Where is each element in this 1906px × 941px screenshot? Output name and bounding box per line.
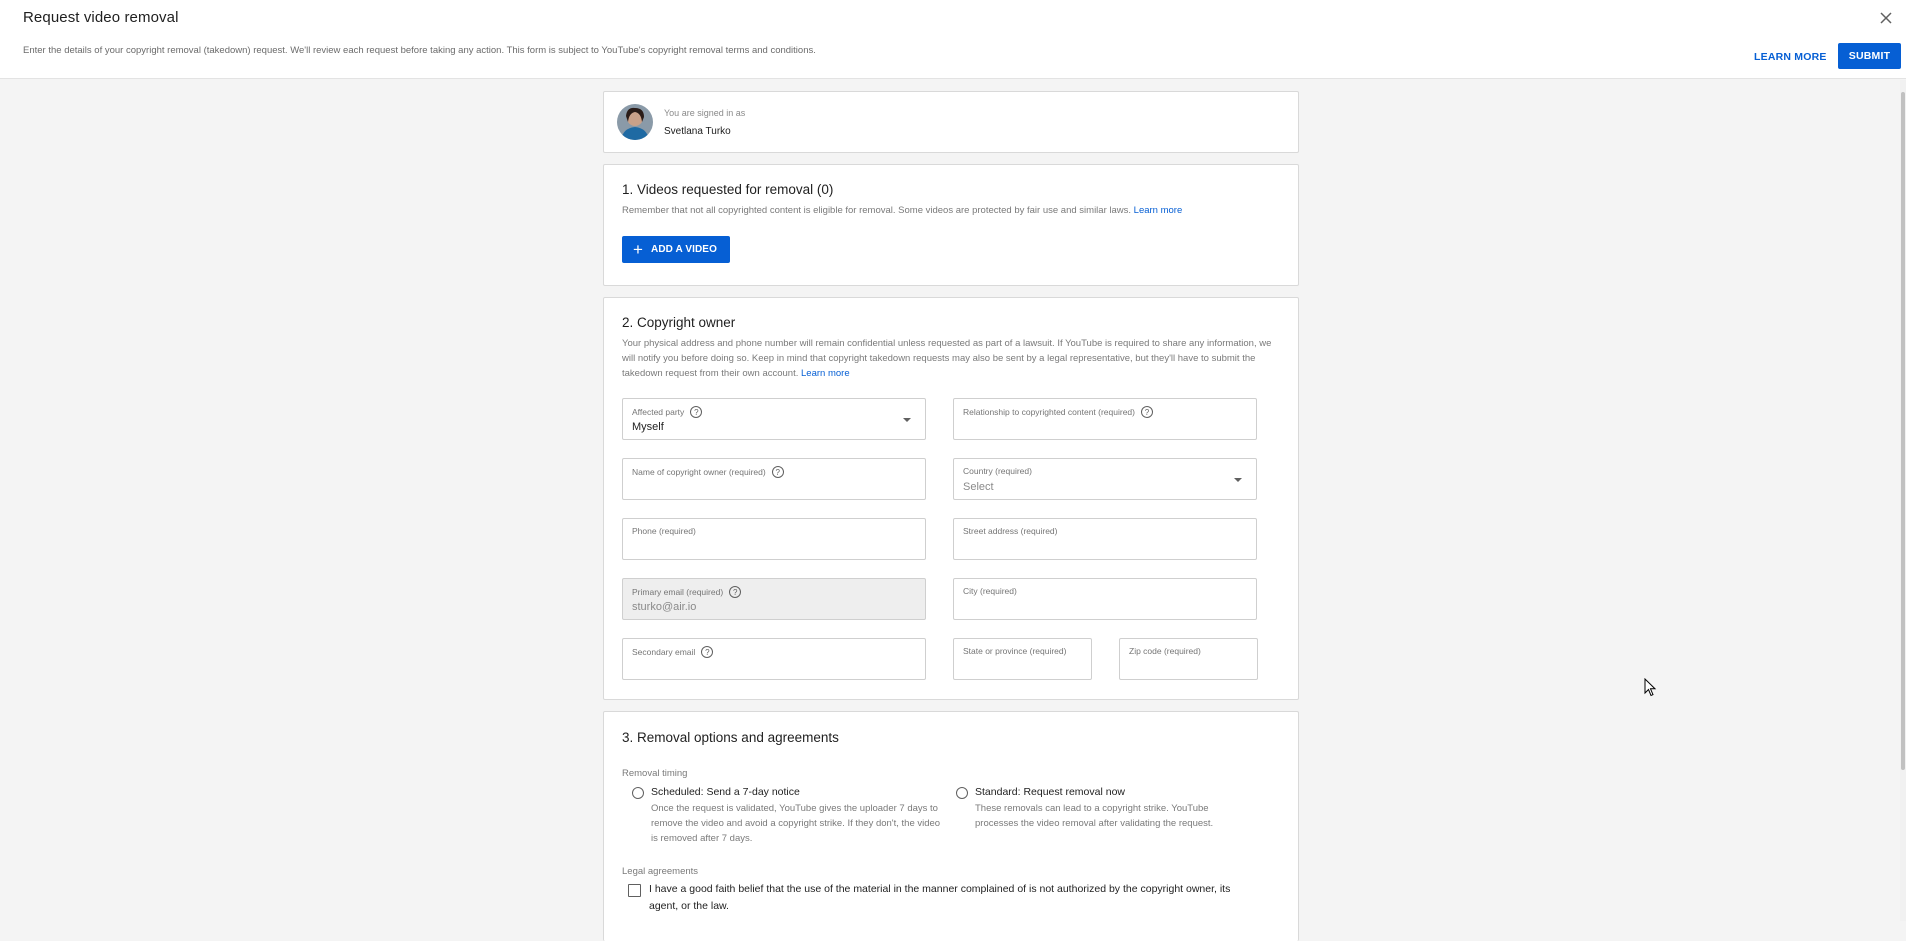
close-button[interactable] [1876, 8, 1896, 28]
help-icon[interactable]: ? [729, 586, 742, 598]
removal-section-title: 3. Removal options and agreements [622, 730, 839, 745]
secondary-email-label-text: Secondary email [632, 647, 696, 657]
videos-section-description: Remember that not all copyrighted conten… [622, 203, 1182, 218]
phone-field[interactable]: Phone (required) [622, 518, 926, 560]
learn-more-button[interactable]: LEARN MORE [1754, 47, 1827, 67]
videos-section-title: 1. Videos requested for removal (0) [622, 182, 834, 197]
country-select[interactable]: Country (required) Select [953, 458, 1257, 500]
owner-name-label-text: Name of copyright owner (required) [632, 467, 766, 477]
relationship-label: Relationship to copyrighted content (req… [963, 406, 1153, 418]
relationship-field[interactable]: Relationship to copyrighted content (req… [953, 398, 1257, 440]
signed-in-card: You are signed in as Svetlana Turko [603, 91, 1299, 153]
city-field[interactable]: City (required) [953, 578, 1257, 620]
scrollbar-thumb[interactable] [1901, 92, 1905, 770]
street-label: Street address (required) [963, 526, 1058, 536]
mouse-cursor-icon [1644, 678, 1657, 697]
state-label-text: State or province (required) [963, 646, 1067, 656]
videos-desc-text: Remember that not all copyrighted conten… [622, 205, 1132, 216]
submit-button[interactable]: SUBMIT [1838, 43, 1901, 69]
country-label-text: Country (required) [963, 466, 1032, 476]
add-video-button[interactable]: + ADD A VIDEO [622, 236, 730, 263]
close-icon [1880, 12, 1892, 24]
primary-email-label-text: Primary email (required) [632, 587, 724, 597]
help-icon[interactable]: ? [690, 406, 703, 418]
help-icon[interactable]: ? [701, 646, 714, 658]
affected-party-label: Affected party ? [632, 406, 703, 418]
standard-option-description: These removals can lead to a copyright s… [975, 803, 1214, 829]
street-label-text: Street address (required) [963, 526, 1058, 536]
good-faith-label[interactable]: I have a good faith belief that the use … [649, 881, 1249, 915]
owner-desc-text: Your physical address and phone number w… [622, 338, 1272, 379]
scheduled-radio[interactable] [632, 787, 644, 799]
videos-section: 1. Videos requested for removal (0) Reme… [603, 164, 1299, 286]
help-icon[interactable]: ? [1141, 406, 1153, 418]
owner-section-description: Your physical address and phone number w… [622, 336, 1282, 381]
state-label: State or province (required) [963, 646, 1066, 656]
plus-icon: + [633, 240, 644, 259]
dropdown-arrow-icon [903, 418, 911, 422]
country-label: Country (required) [963, 466, 1032, 476]
primary-email-label: Primary email (required) ? [632, 586, 742, 598]
affected-party-value: Myself [632, 421, 664, 433]
street-address-field[interactable]: Street address (required) [953, 518, 1257, 560]
owner-learn-more-link[interactable]: Learn more [801, 368, 850, 379]
standard-option-label[interactable]: Standard: Request removal now [975, 786, 1125, 798]
avatar [617, 104, 653, 140]
videos-learn-more-link[interactable]: Learn more [1134, 205, 1183, 216]
primary-email-value: sturko@air.io [632, 601, 697, 613]
dialog-header: Request video removal Enter the details … [0, 0, 1906, 79]
account-name: Svetlana Turko [664, 126, 731, 137]
city-label: City (required) [963, 586, 1017, 596]
scheduled-option-description: Once the request is validated, YouTube g… [651, 803, 941, 844]
removal-options-section: 3. Removal options and agreements Remova… [603, 711, 1299, 941]
phone-label-text: Phone (required) [632, 526, 696, 536]
page-title: Request video removal [23, 9, 179, 26]
secondary-email-field[interactable]: Secondary email ? [622, 638, 926, 680]
primary-email-field: Primary email (required) ? sturko@air.io [622, 578, 926, 620]
header-description: Enter the details of your copyright remo… [23, 45, 816, 56]
secondary-email-label: Secondary email ? [632, 646, 714, 658]
relationship-label-text: Relationship to copyrighted content (req… [963, 407, 1135, 417]
owner-name-label: Name of copyright owner (required) ? [632, 466, 784, 478]
signed-in-label: You are signed in as [664, 108, 746, 118]
zip-label-text: Zip code (required) [1129, 646, 1201, 656]
add-video-label: ADD A VIDEO [651, 244, 717, 255]
copyright-owner-section: 2. Copyright owner Your physical address… [603, 297, 1299, 700]
standard-radio[interactable] [956, 787, 968, 799]
zip-label: Zip code (required) [1129, 646, 1201, 656]
owner-section-title: 2. Copyright owner [622, 315, 736, 330]
good-faith-checkbox[interactable] [628, 884, 641, 897]
owner-name-field[interactable]: Name of copyright owner (required) ? [622, 458, 926, 500]
state-field[interactable]: State or province (required) [953, 638, 1092, 680]
scheduled-option-label[interactable]: Scheduled: Send a 7-day notice [651, 786, 800, 798]
help-icon[interactable]: ? [771, 466, 784, 478]
zip-field[interactable]: Zip code (required) [1119, 638, 1258, 680]
removal-timing-label: Removal timing [622, 768, 688, 779]
dropdown-arrow-icon [1234, 478, 1242, 482]
affected-party-select[interactable]: Affected party ? Myself [622, 398, 926, 440]
phone-label: Phone (required) [632, 526, 696, 536]
city-label-text: City (required) [963, 586, 1017, 596]
country-value: Select [963, 481, 994, 493]
legal-agreements-label: Legal agreements [622, 866, 699, 877]
affected-party-label-text: Affected party [632, 407, 685, 417]
